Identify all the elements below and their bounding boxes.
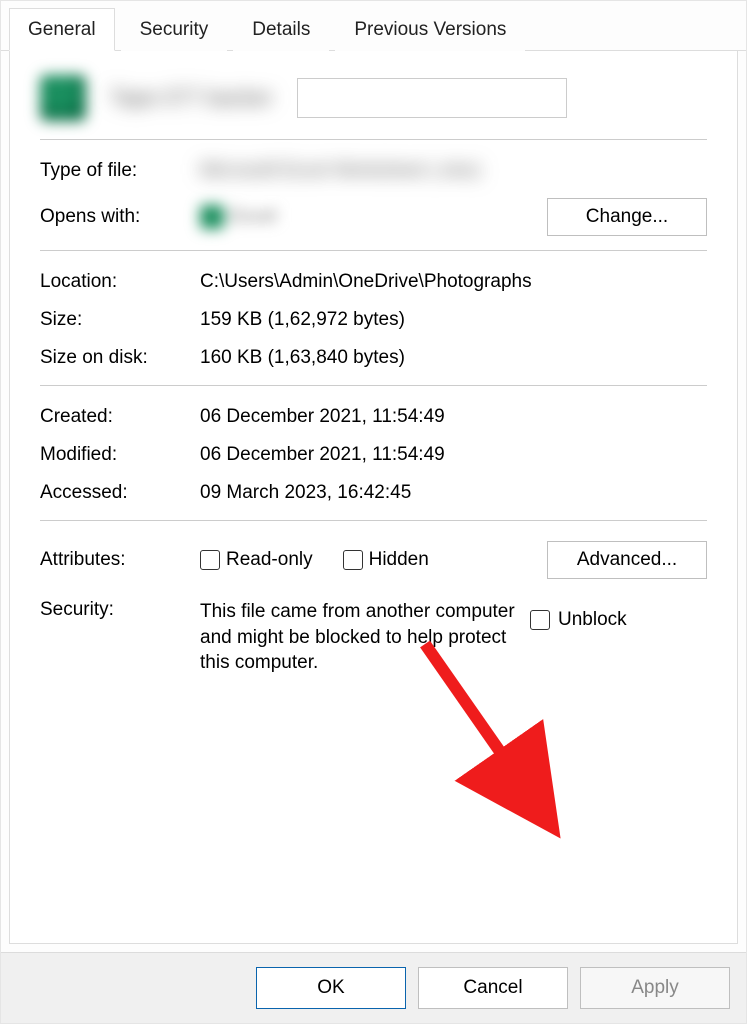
cancel-button[interactable]: Cancel xyxy=(418,967,568,1009)
size-value: 159 KB (1,62,972 bytes) xyxy=(200,309,707,331)
read-only-checkbox[interactable]: Read-only xyxy=(200,549,313,571)
separator xyxy=(40,139,707,140)
opens-with-value: Excel xyxy=(200,205,276,229)
security-label: Security: xyxy=(40,599,200,621)
unblock-label: Unblock xyxy=(558,609,627,631)
checkbox-box-icon xyxy=(530,610,550,630)
created-label: Created: xyxy=(40,406,200,428)
filename-blurred: Tape 077 backer xyxy=(110,85,273,111)
tab-general[interactable]: General xyxy=(9,8,115,51)
created-value: 06 December 2021, 11:54:49 xyxy=(200,406,707,428)
separator xyxy=(40,385,707,386)
apply-button[interactable]: Apply xyxy=(580,967,730,1009)
type-of-file-value: Microsoft Excel Worksheet (.xlsx) xyxy=(200,160,707,182)
file-icon xyxy=(40,75,86,121)
location-label: Location: xyxy=(40,271,200,293)
advanced-button[interactable]: Advanced... xyxy=(547,541,707,579)
accessed-label: Accessed: xyxy=(40,482,200,504)
location-value: C:\Users\Admin\OneDrive\Photographs xyxy=(200,271,707,293)
attributes-label: Attributes: xyxy=(40,549,200,571)
tab-previous-versions[interactable]: Previous Versions xyxy=(335,8,525,51)
opens-with-label: Opens with: xyxy=(40,206,200,228)
size-on-disk-value: 160 KB (1,63,840 bytes) xyxy=(200,347,707,369)
app-icon xyxy=(200,205,224,229)
checkbox-box-icon xyxy=(343,550,363,570)
type-of-file-label: Type of file: xyxy=(40,160,200,182)
hidden-checkbox[interactable]: Hidden xyxy=(343,549,429,571)
properties-dialog: General Security Details Previous Versio… xyxy=(0,0,747,1024)
checkbox-box-icon xyxy=(200,550,220,570)
tab-content-general: Tape 077 backer Type of file: Microsoft … xyxy=(9,51,738,944)
separator xyxy=(40,520,707,521)
filename-input[interactable] xyxy=(297,78,567,118)
dialog-button-bar: OK Cancel Apply xyxy=(1,952,746,1023)
size-on-disk-label: Size on disk: xyxy=(40,347,200,369)
modified-value: 06 December 2021, 11:54:49 xyxy=(200,444,707,466)
tab-details[interactable]: Details xyxy=(233,8,329,51)
unblock-checkbox[interactable]: Unblock xyxy=(530,609,627,631)
tab-strip: General Security Details Previous Versio… xyxy=(1,1,746,51)
hidden-label: Hidden xyxy=(369,549,429,571)
accessed-value: 09 March 2023, 16:42:45 xyxy=(200,482,707,504)
ok-button[interactable]: OK xyxy=(256,967,406,1009)
separator xyxy=(40,250,707,251)
modified-label: Modified: xyxy=(40,444,200,466)
size-label: Size: xyxy=(40,309,200,331)
tab-security[interactable]: Security xyxy=(121,8,228,51)
read-only-label: Read-only xyxy=(226,549,313,571)
change-button[interactable]: Change... xyxy=(547,198,707,236)
security-message: This file came from another computer and… xyxy=(200,599,530,676)
